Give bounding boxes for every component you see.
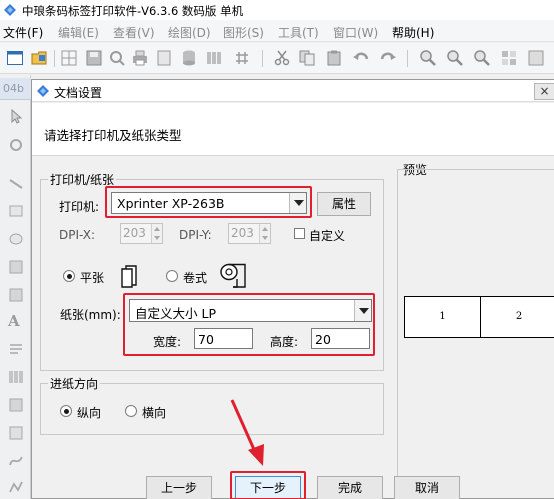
feed-direction-legend: 进纸方向 — [48, 375, 101, 392]
roll-paper-icon — [220, 263, 246, 288]
menu-shape[interactable]: 图形(S) — [223, 24, 264, 41]
copy-page-icon[interactable] — [155, 49, 173, 67]
redo-icon[interactable] — [379, 49, 397, 67]
rotate-tool-icon[interactable] — [8, 137, 24, 153]
grid-icon[interactable] — [60, 49, 78, 67]
spinner-arrows-icon[interactable] — [151, 224, 162, 243]
roll-label: 卷式 — [183, 271, 208, 285]
menu-bar: 文件(F) 编辑(E) 查看(V) 绘图(D) 图形(S) 工具(T) 窗口(W… — [0, 20, 554, 42]
paper-size-label: 纸张(mm): — [60, 308, 121, 322]
search-icon[interactable] — [108, 49, 126, 67]
close-icon[interactable]: × — [534, 83, 554, 100]
menu-tools[interactable]: 工具(T) — [278, 24, 319, 41]
new-icon[interactable] — [6, 49, 24, 67]
print-icon[interactable] — [131, 49, 149, 67]
ellipse-tool-icon[interactable] — [8, 231, 24, 247]
text-tool-icon[interactable]: A — [8, 313, 24, 329]
menu-help[interactable]: 帮助(H) — [392, 24, 434, 41]
paste-icon[interactable] — [325, 49, 343, 67]
align-icon[interactable] — [500, 49, 518, 67]
app-logo-icon — [3, 3, 17, 17]
paper-highlight-box — [123, 293, 375, 356]
preview-label-cell-1: 1 — [404, 296, 481, 338]
sheet-radio[interactable] — [63, 270, 75, 282]
previous-step-button[interactable]: 上一步 — [146, 476, 212, 499]
picture-tool-icon[interactable] — [8, 287, 24, 303]
left-toolbox: A — [0, 75, 31, 499]
dpi-y-value: 203 — [231, 226, 254, 240]
dialog-title: 文档设置 — [54, 86, 103, 100]
undo-icon[interactable] — [352, 49, 370, 67]
zoom-out-icon[interactable] — [446, 49, 464, 67]
pointer-tool-icon[interactable] — [8, 108, 24, 124]
red-arrow-annotation — [230, 399, 264, 466]
paragraph-tool-icon[interactable] — [8, 341, 24, 357]
sheet-paper-icon — [121, 265, 137, 288]
dialog-title-bar: 文档设置 × — [32, 80, 554, 102]
cancel-button[interactable]: 取消 — [394, 476, 460, 499]
landscape-radio[interactable] — [125, 405, 137, 417]
rectangle-tool-icon[interactable] — [8, 203, 24, 219]
sheet-label: 平张 — [80, 271, 105, 285]
menu-draw[interactable]: 绘图(D) — [168, 24, 211, 41]
dialog-header: 请选择打印机及纸张类型 — [32, 103, 554, 156]
qrcode-tool-icon[interactable] — [8, 397, 24, 413]
portrait-radio[interactable] — [60, 405, 72, 417]
polyline-tool-icon[interactable] — [8, 479, 24, 495]
copy-icon[interactable] — [298, 49, 316, 67]
toolbar — [0, 43, 554, 74]
save-icon[interactable] — [85, 49, 103, 67]
dialog-prompt: 请选择打印机及纸张类型 — [44, 128, 182, 143]
preview-label-cell-2: 2 — [480, 296, 554, 338]
database-icon[interactable] — [180, 49, 198, 67]
menu-file[interactable]: 文件(F) — [3, 24, 43, 41]
curve-tool-icon[interactable] — [8, 453, 24, 469]
portrait-label: 纵向 — [77, 406, 102, 420]
zoom-fit-icon[interactable] — [473, 49, 491, 67]
roll-radio[interactable] — [166, 270, 178, 282]
layout-icon[interactable] — [527, 49, 545, 67]
menu-window[interactable]: 窗口(W) — [333, 24, 378, 41]
menu-edit[interactable]: 编辑(E) — [58, 24, 99, 41]
image-tool-icon[interactable] — [8, 259, 24, 275]
custom-dpi-checkbox[interactable] — [294, 228, 305, 239]
finish-button[interactable]: 完成 — [317, 476, 383, 499]
spinner-arrows-icon[interactable] — [259, 224, 270, 243]
printer-label: 打印机: — [59, 200, 100, 214]
next-highlight-box — [230, 471, 306, 499]
line-tool-icon[interactable] — [8, 176, 24, 192]
app-title: 中琅条码标签打印软件-V6.3.6 数码版 单机 — [22, 4, 244, 18]
open-icon[interactable] — [31, 49, 49, 67]
custom-dpi-label: 自定义 — [309, 229, 346, 243]
document-tab[interactable]: 04b — [0, 78, 31, 100]
dpi-x-value: 203 — [123, 226, 146, 240]
dialog-logo-icon — [37, 85, 49, 97]
zoom-in-icon[interactable] — [419, 49, 437, 67]
dpi-x-spinner[interactable]: 203 — [120, 223, 163, 244]
barcode-icon[interactable] — [205, 49, 223, 67]
table-tool-icon[interactable] — [8, 425, 24, 441]
dpi-y-spinner[interactable]: 203 — [228, 223, 271, 244]
printer-highlight-box — [105, 186, 312, 218]
app-title-bar: 中琅条码标签打印软件-V6.3.6 数码版 单机 — [0, 0, 554, 20]
menu-view[interactable]: 查看(V) — [113, 24, 155, 41]
hash-icon[interactable] — [233, 49, 251, 67]
landscape-label: 横向 — [142, 406, 167, 420]
properties-button[interactable]: 属性 — [317, 192, 371, 216]
dpi-y-label: DPI-Y: — [179, 228, 212, 242]
barcode-tool-icon[interactable] — [8, 369, 24, 385]
dpi-x-label: DPI-X: — [59, 228, 96, 242]
cut-icon[interactable] — [273, 49, 291, 67]
document-settings-dialog: 文档设置 × 请选择打印机及纸张类型 打印机/纸张 打印机: Xprinter … — [31, 79, 554, 499]
